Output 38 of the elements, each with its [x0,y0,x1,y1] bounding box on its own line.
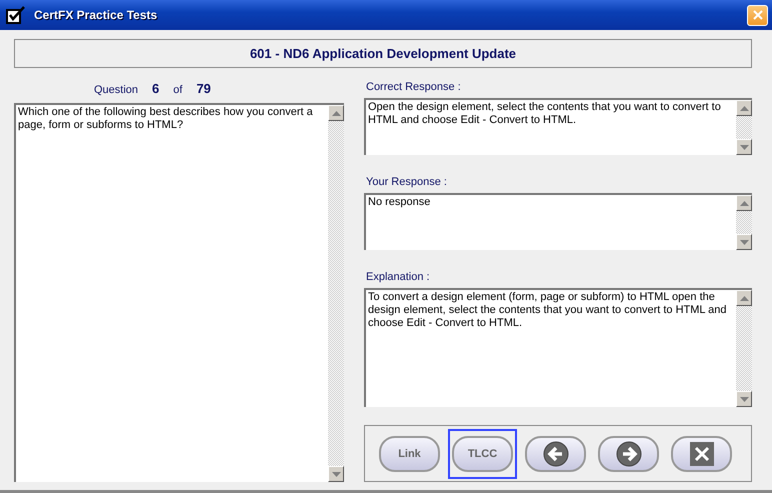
scroll-down-icon[interactable] [332,472,340,476]
scrollbar[interactable] [736,195,752,250]
text-button[interactable]: Link [379,436,440,472]
window-title: CertFX Practice Tests [34,8,158,22]
scrollbar[interactable] [328,105,344,482]
text-button[interactable]: TLCC [452,436,513,472]
question-label: Question [94,84,138,96]
scroll-up-icon[interactable] [740,296,748,300]
scroll-down-icon[interactable] [740,144,748,150]
text-box[interactable]: To convert a design element (form, page or subform) to HTML open the design element, select the contents that you want to convert to HTML and choose Edit - Convert to HTML. [364,288,752,407]
field-label: Correct Response : [366,81,462,95]
close-icon [688,440,714,466]
field-text: Open the design element, select the contents that you want to convert to HTML and choose Edit - Convert to HTML. [367,100,722,128]
scroll-up-icon[interactable] [740,106,748,110]
scroll-up-icon[interactable] [332,110,340,116]
checkbox-icon [6,6,26,24]
of-label: of [173,84,182,96]
question-box[interactable]: Which one of the following best describes how you convert a page, form or subforms to HTML? [14,103,344,482]
field-label: Your Response : [366,176,448,190]
field-text: No response [367,195,432,210]
scrollbar[interactable] [736,290,752,407]
text-box[interactable]: No response [364,193,752,250]
scroll-up-icon[interactable] [740,200,748,206]
exit-button[interactable] [671,436,732,472]
question-total: 79 [196,81,211,96]
scroll-down-icon[interactable] [740,396,748,402]
field-text: To convert a design element (form, page or subform) to HTML open the design element, select the contents that you want to convert to HTML and choose Edit - Convert to HTML. [367,290,728,331]
text-box[interactable]: Open the design element, select the contents that you want to convert to HTML and choose Edit - Convert to HTML. [364,98,752,155]
close-icon [752,9,764,21]
next-button[interactable] [598,436,659,472]
back-button[interactable] [525,436,586,472]
field-label: Explanation : [366,271,431,285]
question-text: Which one of the following best describes how you convert a page, form or subforms to HTML? [17,105,314,133]
scroll-down-icon[interactable] [740,240,748,244]
scrollbar[interactable] [736,100,752,155]
close-button[interactable] [747,4,768,26]
question-number: 6 [152,81,160,96]
exam-title: 601 - ND6 Application Development Update [250,46,516,61]
